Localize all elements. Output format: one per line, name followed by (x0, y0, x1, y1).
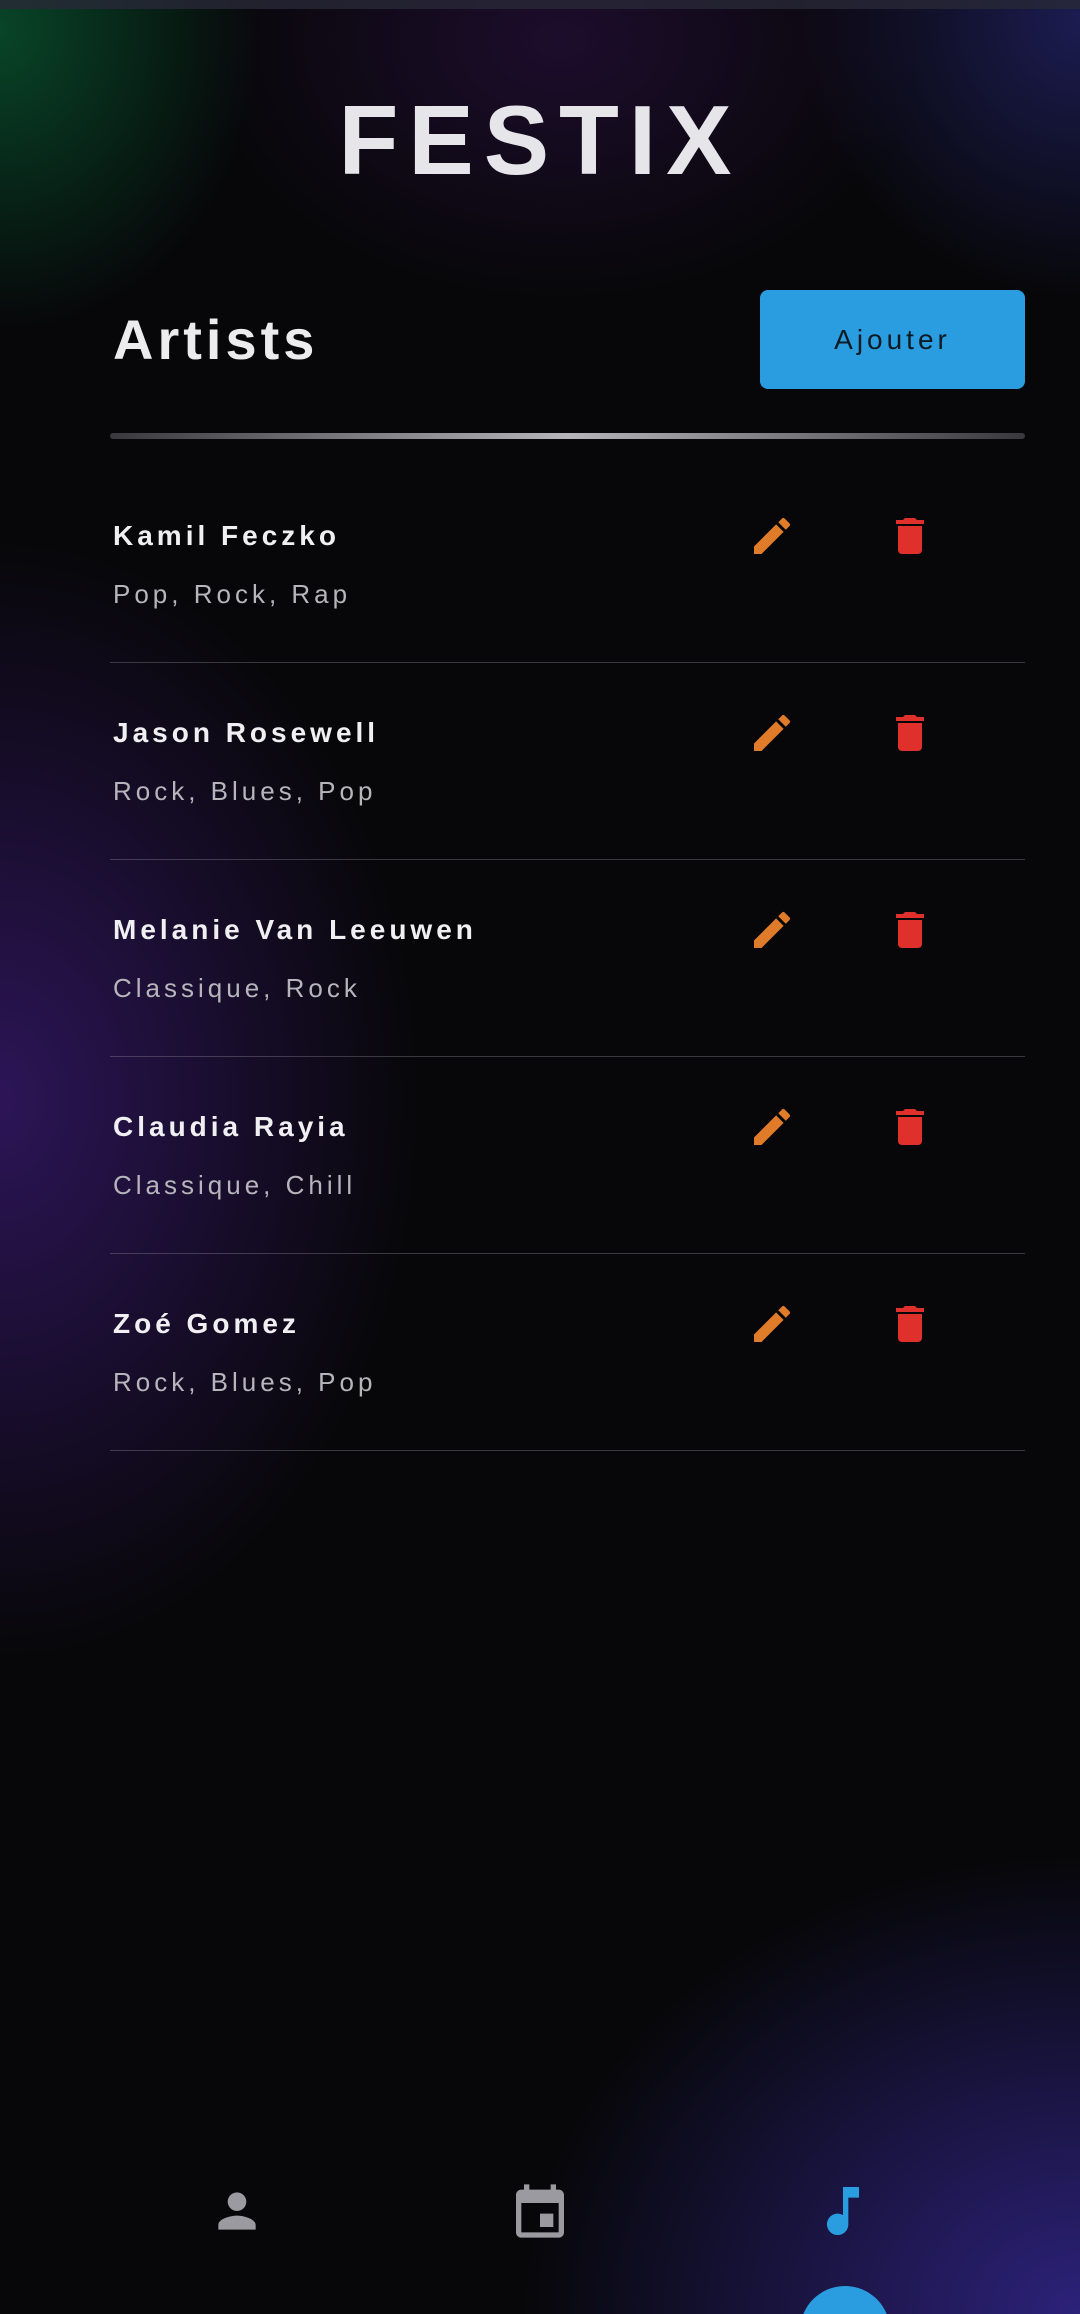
app-title: FESTIX (338, 85, 742, 195)
pencil-icon (754, 911, 791, 948)
pencil-icon (754, 1108, 791, 1145)
artist-row: Kamil Feczko Pop, Rock, Rap (110, 466, 1025, 663)
trash-icon (896, 715, 924, 751)
pencil-icon (754, 517, 791, 554)
artist-name: Kamil Feczko (113, 520, 340, 551)
delete-artist-button[interactable] (878, 1095, 942, 1159)
nav-tab-artists[interactable] (798, 2166, 888, 2256)
trash-icon (896, 518, 924, 554)
page-title: Artists (113, 308, 319, 371)
delete-artist-button[interactable] (878, 504, 942, 568)
pencil-icon (754, 714, 791, 751)
artist-row: Jason Rosewell Rock, Blues, Pop (110, 663, 1025, 860)
calendar-icon (516, 2184, 564, 2238)
delete-artist-button[interactable] (878, 701, 942, 765)
edit-artist-button[interactable] (740, 504, 804, 568)
artist-genres: Pop, Rock, Rap (113, 579, 352, 609)
artists-screen: FESTIX Artists Ajouter Kamil Feczko Pop,… (0, 0, 1080, 2314)
delete-artist-button[interactable] (878, 1292, 942, 1356)
pencil-icon (754, 1305, 791, 1342)
artist-row: Melanie Van Leeuwen Classique, Rock (110, 860, 1025, 1057)
artist-genres: Classique, Rock (113, 973, 361, 1003)
artist-row: Claudia Rayia Classique, Chill (110, 1057, 1025, 1254)
artist-genres: Rock, Blues, Pop (113, 776, 377, 806)
edit-artist-button[interactable] (740, 1095, 804, 1159)
edit-artist-button[interactable] (740, 898, 804, 962)
edit-artist-button[interactable] (740, 1292, 804, 1356)
artist-genres: Rock, Blues, Pop (113, 1367, 377, 1397)
artist-name: Claudia Rayia (113, 1111, 349, 1142)
artist-name: Jason Rosewell (113, 717, 380, 748)
trash-icon (896, 1306, 924, 1342)
status-bar (0, 0, 1080, 9)
header-divider (110, 433, 1025, 439)
artist-genres: Classique, Chill (113, 1170, 357, 1200)
edit-artist-button[interactable] (740, 701, 804, 765)
artist-list: Kamil Feczko Pop, Rock, Rap Jason Rosewe… (110, 466, 1025, 1451)
artist-name: Melanie Van Leeuwen (113, 914, 477, 945)
trash-icon (896, 912, 924, 948)
nav-tab-profile[interactable] (192, 2166, 282, 2256)
trash-icon (896, 1109, 924, 1145)
nav-tab-events[interactable] (495, 2166, 585, 2256)
bottom-navigation (0, 2140, 1080, 2314)
person-icon (218, 2192, 256, 2230)
artist-name: Zoé Gomez (113, 1308, 300, 1339)
add-artist-button[interactable]: Ajouter (760, 290, 1025, 389)
music-note-icon (827, 2187, 859, 2235)
artist-row: Zoé Gomez Rock, Blues, Pop (110, 1254, 1025, 1451)
delete-artist-button[interactable] (878, 898, 942, 962)
